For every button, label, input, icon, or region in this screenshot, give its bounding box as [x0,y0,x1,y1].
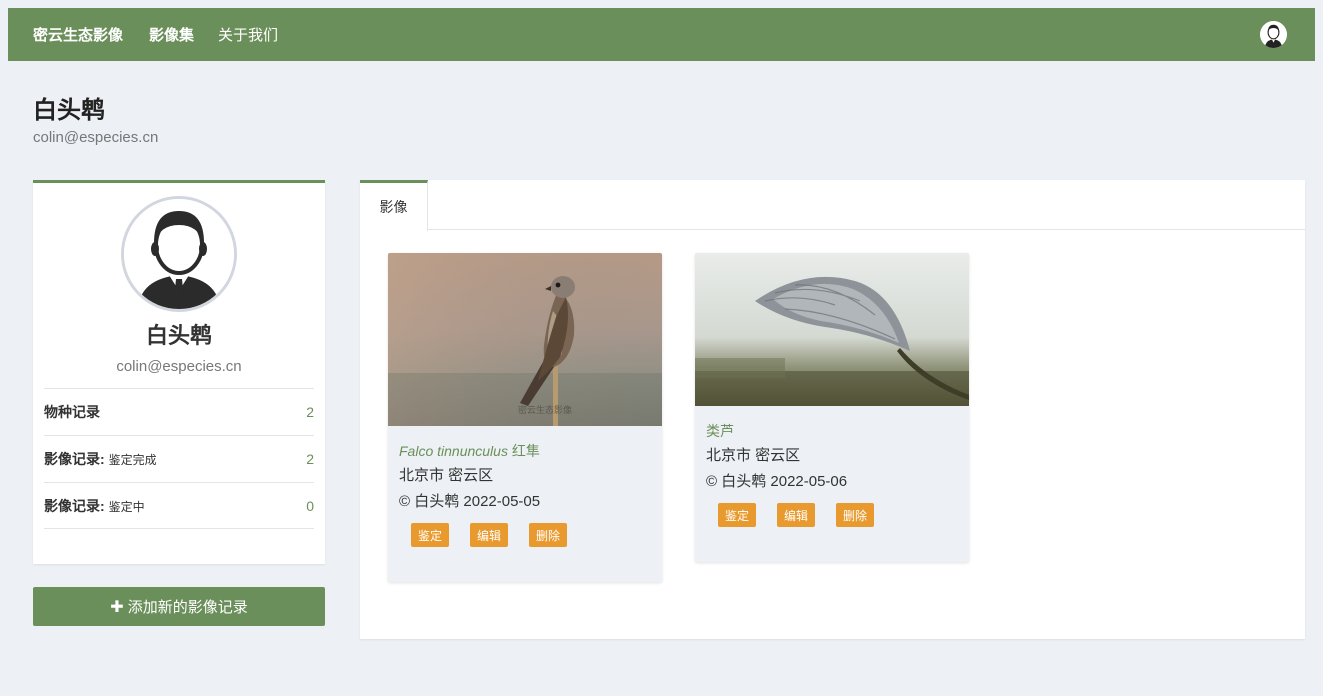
species-name[interactable]: Falco tinnunculus 红隼 [399,439,651,463]
edit-button[interactable]: 编辑 [470,523,509,547]
stat-sublabel: 鉴定中 [108,499,145,514]
tab-photos[interactable]: 影像 [360,180,428,231]
add-record-label: 添加新的影像记录 [127,599,248,616]
photo-reed[interactable] [695,253,969,406]
location-text: 北京市 密云区 [706,447,801,464]
nav-about[interactable]: 关于我们 [218,24,278,45]
top-navbar: 密云生态影像 影像集 关于我们 [8,8,1315,61]
stat-row-identified[interactable]: 影像记录: 鉴定完成 2 [44,435,314,482]
stat-label: 影像记录: 鉴定完成 [44,451,157,467]
edit-button[interactable]: 编辑 [777,503,816,527]
profile-email: colin@especies.cn [116,358,242,375]
card-actions: 鉴定 编辑 删除 [706,503,958,527]
identify-button[interactable]: 鉴定 [718,503,757,527]
identify-button[interactable]: 鉴定 [411,523,450,547]
common-name: 类芦 [706,423,734,439]
delete-button[interactable]: 删除 [529,523,568,547]
nav-collections[interactable]: 影像集 [149,24,194,45]
stat-value: 0 [306,497,314,514]
photo-card: 密云生态影像 Falco tinnunculus 红隼 北京市 密云区 © 白头… [388,253,662,582]
photo-watermark: 密云生态影像 [518,404,572,416]
stat-value: 2 [306,404,314,420]
card-body: Falco tinnunculus 红隼 北京市 密云区 © 白头鹎 2022-… [388,426,662,547]
stat-value: 2 [306,451,314,467]
user-avatar-icon [121,196,237,312]
brand-link[interactable]: 密云生态影像 [33,24,123,45]
delete-button[interactable]: 删除 [836,503,875,527]
stat-sublabel: 鉴定完成 [108,453,157,467]
photo-card: 类芦 北京市 密云区 © 白头鹎 2022-05-06 鉴定 编辑 删除 [695,253,969,562]
profile-card: 白头鹎 colin@especies.cn 物种记录 2 影像记录: 鉴定完成 … [33,180,325,564]
stats-list: 物种记录 2 影像记录: 鉴定完成 2 影像记录: 鉴定中 0 [44,388,314,529]
page-subtitle: colin@especies.cn [33,129,159,146]
stat-label: 物种记录 [44,404,100,420]
common-name: 红隼 [511,443,540,459]
location-text: 北京市 密云区 [399,467,494,484]
tab-bar: 影像 [360,180,1305,231]
credit-text: © 白头鹎 2022-05-06 [706,473,848,490]
card-body: 类芦 北京市 密云区 © 白头鹎 2022-05-06 鉴定 编辑 删除 [695,406,969,527]
page-title: 白头鹎 [33,97,105,124]
scientific-name: Falco tinnunculus [399,443,508,459]
stat-label: 影像记录: 鉴定中 [44,497,145,514]
user-avatar-icon[interactable] [1260,21,1287,48]
profile-name: 白头鹎 [145,323,212,348]
photo-kestrel[interactable]: 密云生态影像 [388,253,662,426]
plus-icon: ✚ [110,598,124,616]
credit-text: © 白头鹎 2022-05-05 [399,493,541,510]
species-name[interactable]: 类芦 [706,419,958,443]
card-actions: 鉴定 编辑 删除 [399,523,651,547]
main-panel: 影像 密云生态影像 Falco tinnunculus 红隼 北京市 密云区 ©… [360,180,1305,639]
add-record-button[interactable]: ✚ 添加新的影像记录 [33,587,325,626]
stat-row-species[interactable]: 物种记录 2 [44,388,314,435]
stat-row-pending[interactable]: 影像记录: 鉴定中 0 [44,482,314,529]
